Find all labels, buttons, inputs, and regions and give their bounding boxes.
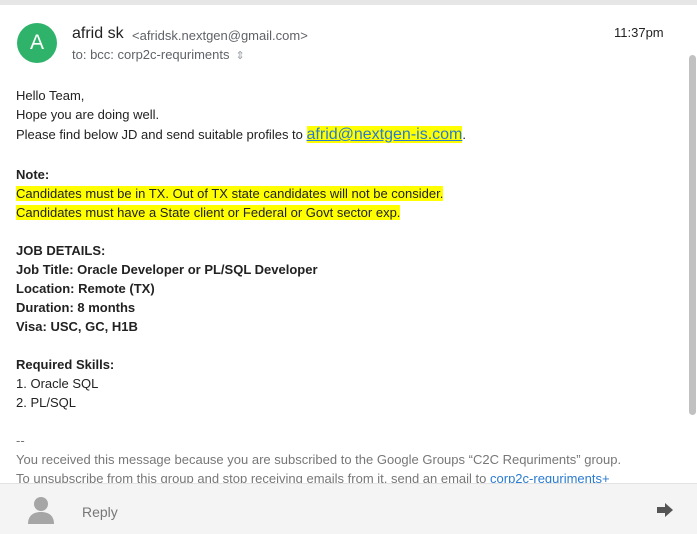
job-details-heading: JOB DETAILS: bbox=[16, 243, 106, 258]
job-title: Job Title: Oracle Developer or PL/SQL De… bbox=[16, 262, 318, 277]
body-text: Please find below JD and send suitable p… bbox=[16, 127, 307, 142]
note-line: Candidates must be in TX. Out of TX stat… bbox=[16, 186, 444, 201]
sender-email: <afridsk.nextgen@gmail.com> bbox=[132, 28, 308, 43]
note-line: Candidates must have a State client or F… bbox=[16, 205, 401, 220]
body-line: Hope you are doing well. bbox=[16, 107, 160, 122]
recipients-text: to: bcc: corp2c-requriments bbox=[72, 47, 230, 62]
message-body: Hello Team, Hope you are doing well. Ple… bbox=[16, 86, 676, 488]
group-footer-line: You received this message because you ar… bbox=[16, 452, 622, 467]
arrow-right-icon[interactable] bbox=[656, 502, 674, 518]
message-time: 11:37pm bbox=[614, 25, 664, 40]
job-location: Location: Remote (TX) bbox=[16, 281, 155, 296]
message-header: A afrid sk <afridsk.nextgen@gmail.com> t… bbox=[0, 5, 697, 75]
sender-name[interactable]: afrid sk bbox=[72, 25, 124, 43]
signature-separator: -- bbox=[16, 433, 25, 448]
greeting: Hello Team, bbox=[16, 88, 85, 103]
note-heading: Note: bbox=[16, 167, 50, 182]
body-text: . bbox=[462, 127, 466, 142]
expand-icon[interactable]: ⇕ bbox=[236, 50, 245, 62]
skill-item: 2. PL/SQL bbox=[16, 395, 76, 410]
reply-bar[interactable]: Reply bbox=[0, 483, 697, 534]
scrollbar-thumb[interactable] bbox=[689, 55, 696, 415]
skill-item: 1. Oracle SQL bbox=[16, 376, 99, 391]
recipients-line[interactable]: to: bcc: corp2c-requriments ⇕ bbox=[72, 47, 245, 62]
email-link[interactable]: afrid@nextgen-is.com bbox=[306, 126, 463, 143]
sender-avatar[interactable]: A bbox=[17, 23, 57, 63]
job-visa: Visa: USC, GC, H1B bbox=[16, 319, 138, 334]
job-duration: Duration: 8 months bbox=[16, 300, 136, 315]
body-line-with-link: Please find below JD and send suitable p… bbox=[16, 124, 676, 146]
reply-label[interactable]: Reply bbox=[82, 504, 118, 520]
person-icon bbox=[28, 497, 54, 524]
scrollbar[interactable] bbox=[688, 55, 697, 479]
skills-heading: Required Skills: bbox=[16, 357, 115, 372]
